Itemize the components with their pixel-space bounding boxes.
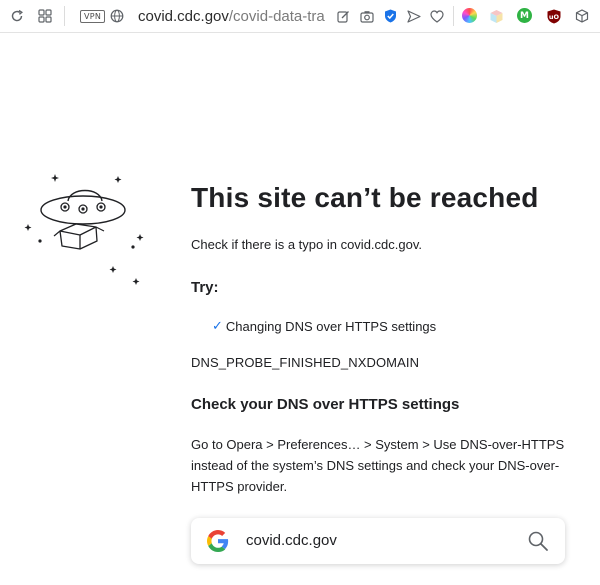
tab-grid-icon[interactable] bbox=[37, 8, 53, 24]
m-extension-icon[interactable]: M bbox=[517, 8, 532, 23]
error-page: This site can’t be reached Check if ther… bbox=[0, 34, 600, 585]
svg-text:uO: uO bbox=[549, 13, 560, 21]
dns-heading: Check your DNS over HTTPS settings bbox=[191, 396, 460, 413]
page-title: This site can’t be reached bbox=[191, 182, 539, 213]
address-bar[interactable]: covid.cdc.gov/covid-data-track bbox=[138, 7, 325, 27]
suggestion-item[interactable]: ✓ Changing DNS over HTTPS settings bbox=[212, 319, 436, 334]
error-code: DNS_PROBE_FINISHED_NXDOMAIN bbox=[191, 355, 420, 370]
search-icon[interactable] bbox=[527, 530, 549, 552]
toolbar-divider bbox=[453, 6, 454, 26]
ufo-illustration-icon bbox=[20, 169, 150, 289]
try-heading: Try: bbox=[191, 279, 219, 296]
heart-icon[interactable] bbox=[429, 8, 445, 24]
shield-check-icon[interactable] bbox=[382, 8, 398, 24]
cube-extension-icon[interactable] bbox=[488, 8, 504, 24]
search-query: covid.cdc.gov bbox=[246, 532, 337, 549]
vpn-badge[interactable]: VPN bbox=[80, 10, 106, 23]
package-icon[interactable] bbox=[574, 8, 590, 24]
suggestion-label: Changing DNS over HTTPS settings bbox=[225, 319, 437, 334]
globe-icon[interactable] bbox=[109, 8, 125, 24]
camera-icon[interactable] bbox=[359, 8, 375, 24]
checkmark-icon: ✓ bbox=[212, 319, 223, 334]
toolbar-divider bbox=[64, 6, 65, 26]
edit-icon[interactable] bbox=[335, 8, 351, 24]
browser-toolbar: VPN covid.cdc.gov/covid-data-track bbox=[0, 0, 600, 33]
ublock-extension-icon[interactable]: uO bbox=[546, 8, 562, 24]
dns-instructions: Go to Opera > Preferences… > System > Us… bbox=[191, 437, 565, 494]
send-icon[interactable] bbox=[406, 8, 422, 24]
reload-icon[interactable] bbox=[9, 8, 25, 24]
search-box[interactable]: covid.cdc.gov bbox=[191, 518, 565, 564]
google-logo-icon bbox=[207, 530, 229, 552]
url-path: /covid-data-track bbox=[228, 8, 325, 25]
color-wheel-extension-icon[interactable] bbox=[462, 8, 477, 23]
url-host: covid.cdc.gov bbox=[138, 8, 229, 25]
typo-hint: Check if there is a typo in covid.cdc.go… bbox=[191, 237, 422, 252]
